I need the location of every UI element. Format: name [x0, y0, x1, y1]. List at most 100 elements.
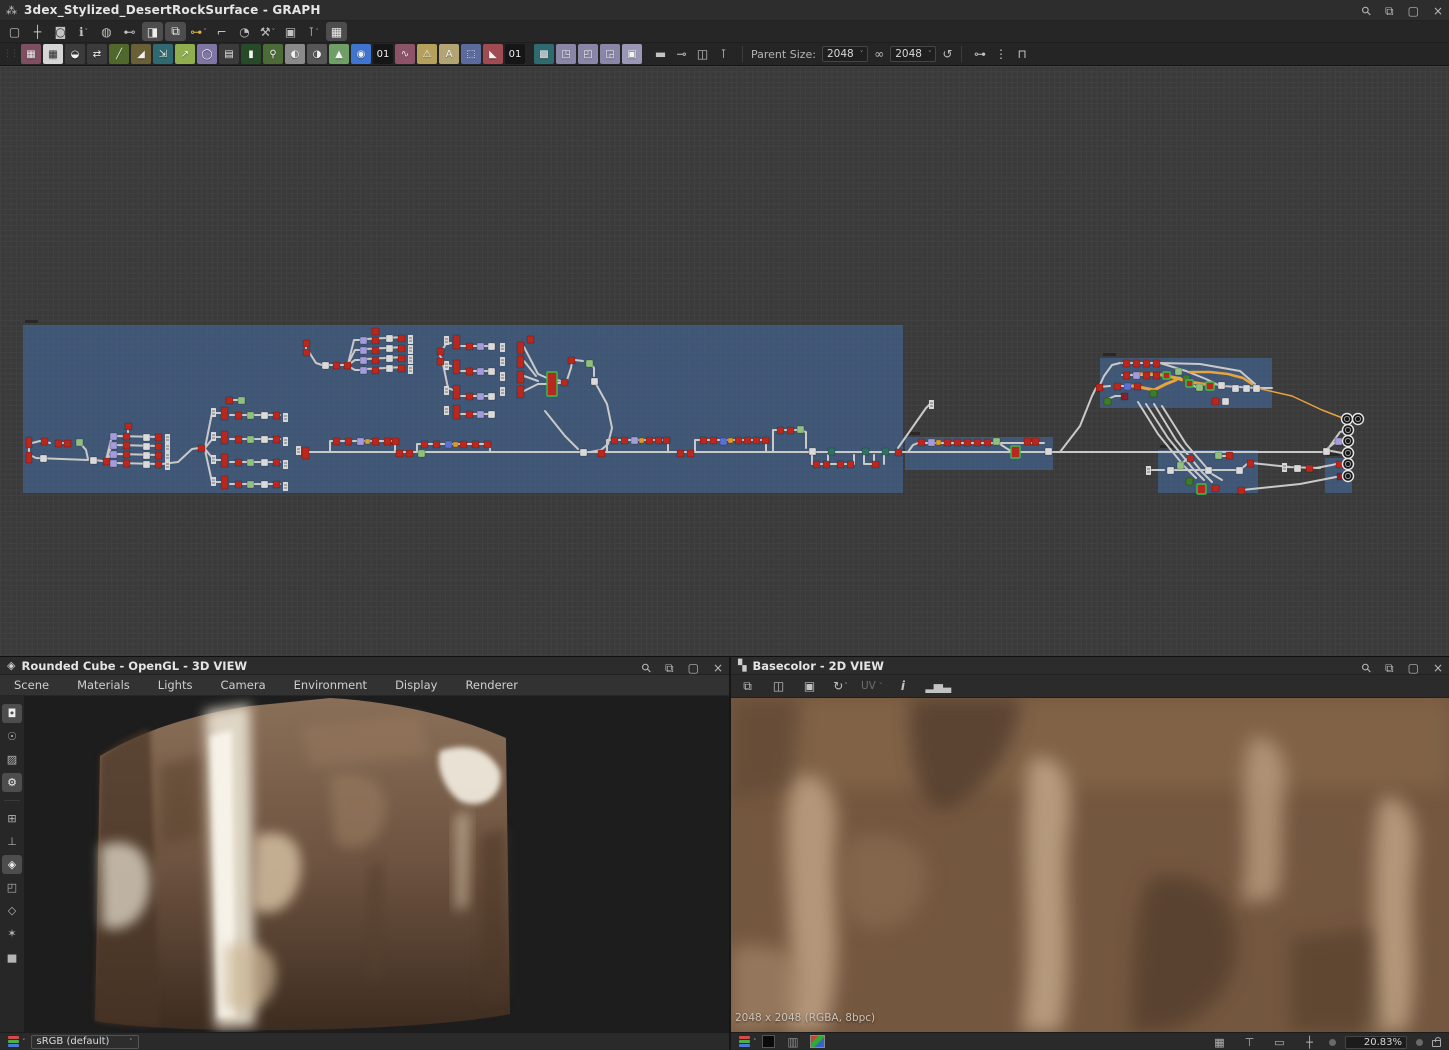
- safe-transform-node-icon[interactable]: ⚠: [417, 44, 437, 64]
- output-node[interactable]: [1341, 446, 1355, 460]
- graph-node[interactable]: [476, 342, 485, 351]
- wrench-icon[interactable]: ⚒ ˅: [257, 22, 278, 41]
- compare-icon[interactable]: ⧉: [737, 677, 758, 696]
- graph-node[interactable]: [1132, 371, 1141, 380]
- graph-node[interactable]: [1334, 437, 1343, 446]
- directional-warp-node-icon[interactable]: ⇲: [153, 44, 173, 64]
- graph-node[interactable]: [1185, 379, 1194, 388]
- graph-node[interactable]: [397, 364, 406, 373]
- maximize-icon[interactable]: ▢: [1408, 5, 1419, 17]
- graph-node[interactable]: [39, 454, 48, 463]
- graph-node[interactable]: [25, 436, 33, 449]
- graph-node[interactable]: [917, 438, 926, 447]
- graph-node[interactable]: [1231, 384, 1240, 393]
- graph-node[interactable]: [63, 439, 72, 448]
- grid-snap-icon[interactable]: ▦: [326, 22, 347, 41]
- environment-image-icon[interactable]: ▨: [2, 750, 22, 769]
- graph-node[interactable]: [465, 367, 474, 376]
- warp-node-icon[interactable]: ∿: [395, 44, 415, 64]
- graph-node[interactable]: [1214, 451, 1223, 460]
- distance-node-icon[interactable]: ↗: [175, 44, 195, 64]
- graph-node[interactable]: [385, 334, 394, 343]
- graph-node[interactable]: [487, 342, 496, 351]
- graph-node[interactable]: [272, 458, 281, 467]
- graph-node[interactable]: [1322, 447, 1331, 456]
- graph-node[interactable]: [417, 449, 426, 458]
- link-create-icon[interactable]: ⊷: [119, 22, 140, 41]
- graph-node[interactable]: [1133, 382, 1142, 391]
- graph-node[interactable]: [260, 435, 269, 444]
- graph-node[interactable]: [487, 410, 496, 419]
- graph-node[interactable]: [822, 460, 831, 469]
- menu-environment[interactable]: Environment: [280, 678, 381, 692]
- graph-node[interactable]: [109, 432, 118, 441]
- turntable-icon[interactable]: ✶: [2, 924, 22, 943]
- graph-node[interactable]: [142, 460, 151, 469]
- graph-node[interactable]: [154, 460, 163, 469]
- graph-node[interactable]: [638, 437, 645, 444]
- channel-shuffle-node-icon[interactable]: ⇄: [87, 44, 107, 64]
- graph-node[interactable]: [272, 480, 281, 489]
- graph-node[interactable]: [465, 410, 474, 419]
- graph-node[interactable]: [620, 436, 629, 445]
- graph-node[interactable]: [1132, 359, 1141, 368]
- zoom-icon[interactable]: ◍: [96, 22, 117, 41]
- graph-node[interactable]: [1246, 459, 1255, 468]
- graph-node[interactable]: [234, 435, 243, 444]
- graph-node[interactable]: [734, 436, 743, 445]
- graph-node[interactable]: [1010, 445, 1021, 459]
- graph-node[interactable]: [699, 436, 708, 445]
- graph-node[interactable]: [1237, 486, 1246, 495]
- graph-node[interactable]: [122, 432, 131, 441]
- lock-icon[interactable]: [1432, 1037, 1441, 1047]
- stats-icon[interactable]: ▅: [2, 947, 22, 966]
- graph-node[interactable]: [344, 437, 353, 446]
- light-icon[interactable]: ☉: [2, 727, 22, 746]
- graph-node[interactable]: [1176, 461, 1185, 470]
- graph-node[interactable]: [391, 437, 400, 446]
- graph-node[interactable]: [610, 436, 619, 445]
- graph-node[interactable]: [383, 437, 392, 446]
- image-preview-icon[interactable]: [809, 1035, 825, 1048]
- output-node[interactable]: [1341, 469, 1355, 483]
- graph-node[interactable]: [786, 426, 795, 435]
- graph-node[interactable]: [973, 438, 982, 447]
- graph-node[interactable]: [321, 361, 330, 370]
- menu-renderer[interactable]: Renderer: [451, 678, 532, 692]
- graph-node[interactable]: [444, 440, 453, 449]
- close-icon[interactable]: ×: [713, 662, 723, 674]
- graph-node[interactable]: [356, 437, 365, 446]
- graph-node[interactable]: [359, 346, 368, 355]
- graph-node[interactable]: [260, 411, 269, 420]
- color-layers-icon[interactable]: [739, 1036, 750, 1047]
- graph-node[interactable]: [234, 480, 243, 489]
- graph-canvas[interactable]: [0, 66, 1449, 656]
- position-node-icon[interactable]: ⚲: [263, 44, 283, 64]
- graph-node[interactable]: [371, 356, 380, 365]
- graph-node[interactable]: [1204, 466, 1213, 475]
- graph-node[interactable]: [465, 342, 474, 351]
- graph-node[interactable]: [395, 449, 404, 458]
- graph-node[interactable]: [385, 364, 394, 373]
- graph-node[interactable]: [225, 396, 234, 405]
- colorspace-select[interactable]: sRGB (default) ˅: [30, 1034, 139, 1049]
- graph-node[interactable]: [476, 410, 485, 419]
- graph-node[interactable]: [371, 366, 380, 375]
- view3d-viewport[interactable]: ◘ ☉ ▨ ⚙ ⊞ ⊥ ◈ ◰ ◇ ✶ ▅: [0, 696, 729, 1032]
- maximize-icon[interactable]: ▢: [688, 662, 699, 674]
- graph-node[interactable]: [567, 356, 576, 365]
- graph-node[interactable]: [579, 448, 588, 457]
- graph-node[interactable]: [452, 384, 461, 400]
- graph-node[interactable]: [861, 447, 870, 456]
- flood-fill-node-icon[interactable]: ◣: [483, 44, 503, 64]
- graph-node[interactable]: [483, 440, 492, 449]
- close-icon[interactable]: ×: [1433, 662, 1443, 674]
- graph-node[interactable]: [1166, 466, 1175, 475]
- graph-node[interactable]: [452, 334, 461, 350]
- graph-node[interactable]: [1185, 477, 1194, 486]
- graph-node[interactable]: [272, 411, 281, 420]
- graph-node[interactable]: [516, 355, 525, 369]
- screenshot-camera-icon[interactable]: ◙: [50, 22, 71, 41]
- graph-node[interactable]: [935, 439, 942, 446]
- text-node-icon[interactable]: A: [439, 44, 459, 64]
